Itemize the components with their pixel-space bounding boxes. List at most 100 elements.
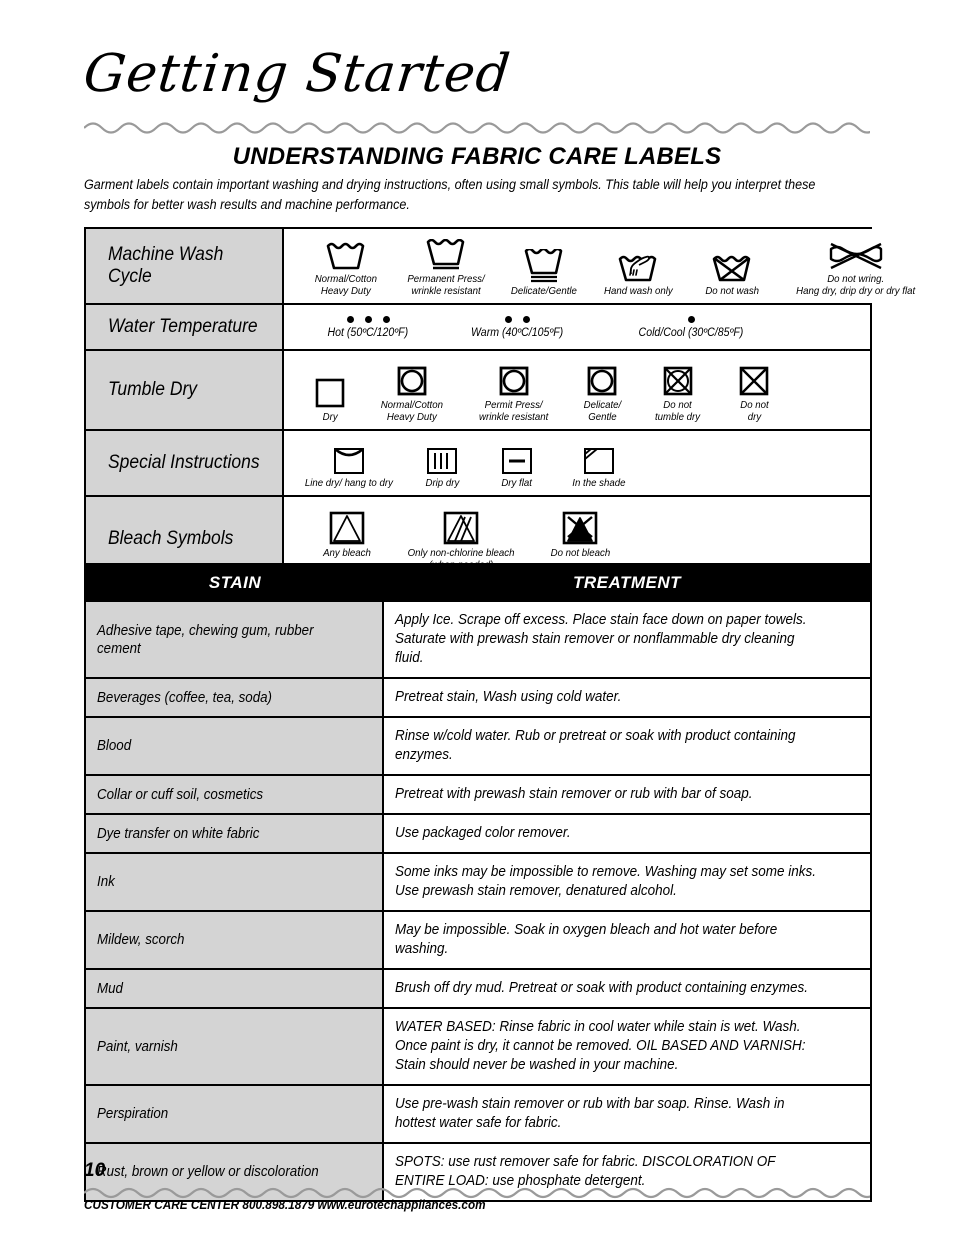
table-row: Perspiration Use pre-wash stain remover …	[86, 1084, 870, 1142]
dry-square-icon	[313, 375, 347, 409]
fabric-care-symbol-table: Machine Wash Cycle Normal/Cotton Heavy D…	[84, 227, 934, 583]
temp-warm: Warm (40ºC/105ºF)	[438, 311, 596, 339]
symbol-caption: Do not tumble dry	[655, 399, 701, 423]
treatment-cell: Apply Ice. Scrape off excess. Place stai…	[384, 602, 870, 677]
symbol-do-not-wring: Do not wring. Hang dry, drip dry or dry …	[778, 237, 934, 297]
do-not-dry-icon	[737, 363, 771, 397]
symbol-caption: Hand wash only	[603, 285, 673, 297]
symbol-hand-wash: Hand wash only	[590, 249, 686, 297]
symbol-caption: Permanent Press/ wrinkle resistant	[407, 273, 485, 297]
stain-cell: Blood	[86, 718, 384, 774]
temperature-dots-icon	[346, 311, 390, 327]
symbol-do-not-tumble-dry: Do not tumble dry	[638, 363, 718, 423]
wash-tub-icon	[324, 237, 368, 271]
treatment-text: Apply Ice. Scrape off excess. Place stai…	[395, 612, 807, 666]
line-dry-icon	[331, 441, 367, 475]
wave-divider-bottom	[83, 1185, 877, 1199]
symbol-dry-in-shade: In the shade	[554, 441, 644, 489]
symbol-caption: Dry	[322, 411, 338, 423]
symbol-caption: Normal/Cotton Heavy Duty	[314, 273, 378, 297]
symbol-row-label: Tumble Dry	[86, 351, 284, 429]
symbol-caption: Normal/Cotton Heavy Duty	[380, 399, 444, 423]
chapter-title: Getting Started	[80, 44, 514, 104]
symbol-do-not-dry: Do not dry	[718, 363, 790, 423]
treatment-cell: Pretreat stain, Wash using cold water.	[384, 679, 870, 716]
stain-text: Mildew, scorch	[97, 932, 185, 948]
symbol-row-content: Normal/Cotton Heavy Duty Permanent Press…	[284, 229, 934, 303]
symbol-caption: Line dry/ hang to dry	[304, 477, 394, 489]
stain-text: Dye transfer on white fabric	[97, 825, 260, 842]
stain-cell: Ink	[86, 854, 384, 910]
manual-page: Getting Started UNDERSTANDING FABRIC CAR…	[0, 0, 954, 1235]
do-not-wring-icon	[826, 237, 886, 271]
any-bleach-icon	[327, 511, 367, 545]
drip-dry-icon	[424, 441, 460, 475]
table-row: Mildew, scorch May be impossible. Soak i…	[86, 910, 870, 968]
symbol-row-label-text: Special Instructions	[108, 452, 260, 473]
table-row: Adhesive tape, chewing gum, rubber cemen…	[86, 600, 870, 677]
treatment-cell: Rinse w/cold water. Rub or pretreat or s…	[384, 718, 870, 774]
stain-cell: Collar or cuff soil, cosmetics	[86, 776, 384, 813]
stain-text: Beverages (coffee, tea, soda)	[97, 689, 273, 706]
treatment-text: Use packaged color remover.	[395, 825, 571, 841]
symbol-row-water-temperature: Water Temperature Hot (50ºC/120ºF) Warm …	[86, 305, 870, 351]
table-header-row: STAIN TREATMENT	[86, 565, 870, 600]
symbol-delicate-wash: Delicate/Gentle	[498, 249, 590, 297]
page-number: 10	[84, 1160, 106, 1181]
treatment-cell: Use packaged color remover.	[384, 815, 870, 852]
symbol-tumble-dry-normal: Normal/Cotton Heavy Duty	[362, 363, 462, 423]
symbol-caption: Drip dry	[425, 477, 459, 489]
stain-text: Ink	[97, 874, 115, 890]
tumble-dry-permit-press-icon	[497, 363, 531, 397]
symbol-line-dry: Line dry/ hang to dry	[294, 441, 404, 489]
table-row: Collar or cuff soil, cosmetics Pretreat …	[86, 774, 870, 813]
table-row: Dye transfer on white fabric Use package…	[86, 813, 870, 852]
stain-cell: Beverages (coffee, tea, soda)	[86, 679, 384, 716]
footer-contact: CUSTOMER CARE CENTER 800.898.1879 www.eu…	[84, 1198, 486, 1212]
symbol-normal-cotton-wash: Normal/Cotton Heavy Duty	[298, 237, 394, 297]
stain-cell: Dye transfer on white fabric	[86, 815, 384, 852]
symbol-row-content: Dry Normal/Cotton Heavy Duty Permit Pres…	[284, 351, 870, 429]
column-header-stain: STAIN	[208, 572, 262, 592]
symbol-caption: In the shade	[572, 477, 626, 489]
do-not-wash-icon	[709, 249, 755, 283]
stain-text: Rust, brown or yellow or discoloration	[97, 1164, 319, 1180]
table-row: Beverages (coffee, tea, soda) Pretreat s…	[86, 677, 870, 716]
tumble-dry-normal-icon	[395, 363, 429, 397]
symbol-tumble-dry-permit-press: Permit Press/ wrinkle resistant	[462, 363, 566, 423]
temp-caption: Hot (50ºC/120ºF)	[327, 327, 409, 339]
treatment-text: Some inks may be impossible to remove. W…	[395, 864, 816, 899]
symbol-row-label-text: Tumble Dry	[108, 379, 198, 400]
stain-text: Mud	[97, 980, 123, 997]
temp-caption: Warm (40ºC/105ºF)	[470, 327, 564, 339]
symbol-row-tumble-dry: Tumble Dry Dry Normal/Cotton Heavy Duty …	[86, 351, 870, 431]
stain-text: Blood	[97, 738, 132, 754]
symbol-any-bleach: Any bleach	[298, 511, 396, 559]
treatment-text: Rinse w/cold water. Rub or pretreat or s…	[395, 728, 796, 763]
dry-flat-icon	[499, 441, 535, 475]
column-header-treatment: TREATMENT	[572, 572, 682, 592]
stain-text: Adhesive tape, chewing gum, rubber cemen…	[97, 622, 314, 657]
treatment-cell: Brush off dry mud. Pretreat or soak with…	[384, 970, 870, 1007]
symbol-row-machine-wash-cycle: Machine Wash Cycle Normal/Cotton Heavy D…	[86, 229, 934, 305]
treatment-text: Brush off dry mud. Pretreat or soak with…	[395, 980, 808, 996]
symbol-caption: Delicate/Gentle	[510, 285, 578, 297]
symbol-dry-flat: Dry flat	[480, 441, 554, 489]
do-not-bleach-icon	[560, 511, 600, 545]
treatment-cell: Pretreat with prewash stain remover or r…	[384, 776, 870, 813]
stain-cell: Perspiration	[86, 1086, 384, 1142]
table-row: Paint, varnish WATER BASED: Rinse fabric…	[86, 1007, 870, 1084]
table-row: Blood Rinse w/cold water. Rub or pretrea…	[86, 716, 870, 774]
stain-cell: Adhesive tape, chewing gum, rubber cemen…	[86, 602, 384, 677]
stain-text: Perspiration	[97, 1106, 169, 1122]
symbol-row-label: Water Temperature	[86, 305, 284, 349]
page-title: UNDERSTANDING FABRIC CARE LABELS	[232, 143, 722, 170]
hand-wash-icon	[615, 249, 661, 283]
treatment-text: Pretreat stain, Wash using cold water.	[395, 689, 622, 705]
symbol-non-chlorine-bleach: Only non-chlorine bleach (when needed)	[396, 511, 526, 571]
treatment-text: May be impossible. Soak in oxygen bleach…	[395, 922, 778, 957]
symbol-tumble-dry-delicate: Delicate/ Gentle	[566, 363, 638, 423]
table-row: Mud Brush off dry mud. Pretreat or soak …	[86, 968, 870, 1007]
symbol-do-not-wash: Do not wash	[686, 249, 778, 297]
wash-tub-two-bar-icon	[522, 249, 566, 283]
